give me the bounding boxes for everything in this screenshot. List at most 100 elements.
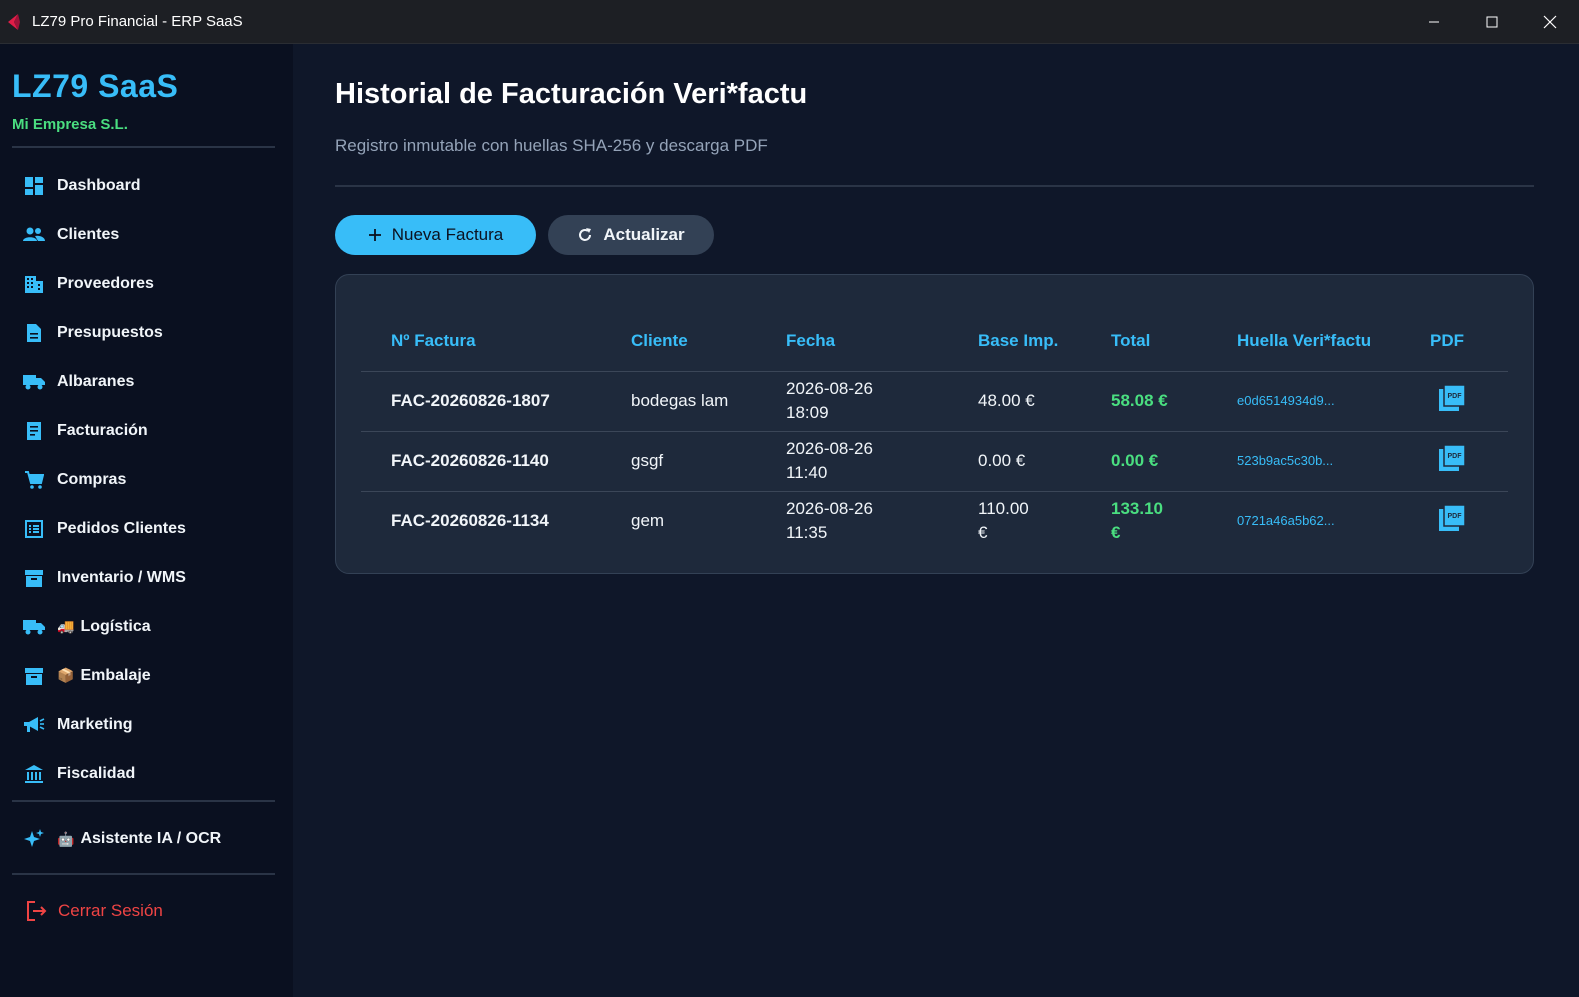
invoice-total: 58.08 €: [1081, 370, 1207, 431]
sidebar-divider: [12, 800, 275, 802]
sparkles-icon: [23, 828, 45, 850]
invoice-total: 0.00 €: [1081, 430, 1207, 491]
sidebar-item-inventario[interactable]: Inventario / WMS: [0, 553, 293, 602]
sidebar-item-clientes[interactable]: Clientes: [0, 210, 293, 259]
invoice-date-text: 2026-08-26 11:40: [786, 439, 873, 482]
window-controls: [1405, 0, 1579, 44]
invoice-hash: e0d6514934d9...: [1207, 370, 1400, 431]
sidebar-item-asistente-ia[interactable]: 🤖 Asistente IA / OCR: [0, 819, 293, 859]
new-invoice-button[interactable]: Nueva Factura: [335, 215, 536, 255]
svg-text:PDF: PDF: [1448, 453, 1463, 460]
col-header-numero: Nº Factura: [391, 330, 476, 350]
invoice-total-text: 133.10 €: [1111, 499, 1163, 543]
document-icon: [23, 322, 45, 344]
package-emoji-icon: 📦: [57, 667, 75, 683]
sidebar-item-pedidos-clientes[interactable]: Pedidos Clientes: [0, 504, 293, 553]
invoice-date-text: 2026-08-26 18:09: [786, 379, 873, 422]
sidebar-item-logistica[interactable]: 🚚 Logística: [0, 602, 293, 651]
window-title: LZ79 Pro Financial - ERP SaaS: [32, 13, 243, 30]
maximize-button[interactable]: [1463, 0, 1521, 44]
dashboard-icon: [23, 175, 45, 197]
title-bar: LZ79 Pro Financial - ERP SaaS: [0, 0, 1579, 44]
truck-icon: [23, 371, 45, 393]
sidebar-item-presupuestos[interactable]: Presupuestos: [0, 308, 293, 357]
refresh-button[interactable]: Actualizar: [548, 215, 714, 255]
bank-icon: [23, 763, 45, 785]
sidebar-item-label: Logística: [80, 617, 151, 635]
logout-button[interactable]: Cerrar Sesión: [0, 891, 293, 931]
company-name: Mi Empresa S.L.: [12, 116, 128, 133]
sidebar-item-proveedores[interactable]: Proveedores: [0, 259, 293, 308]
col-header-cliente: Cliente: [631, 330, 688, 350]
col-header-pdf: PDF: [1430, 330, 1464, 350]
sidebar-item-dashboard[interactable]: Dashboard: [0, 161, 293, 210]
sidebar-item-label: Marketing: [57, 715, 133, 733]
pdf-download-button[interactable]: PDF: [1400, 430, 1508, 491]
sidebar-item-label: Albaranes: [57, 372, 135, 390]
app-logo-icon: [8, 13, 20, 30]
sidebar-item-label: Presupuestos: [57, 323, 163, 341]
logout-icon: [26, 900, 48, 922]
invoice-number: FAC-20260826-1140: [361, 430, 601, 491]
invoice-total: 133.10 €: [1081, 490, 1207, 551]
invoice-base: 110.00 €: [948, 490, 1081, 551]
invoices-card: Nº Factura Cliente Fecha Base Imp. Total…: [335, 274, 1534, 574]
col-header-total: Total: [1111, 330, 1151, 350]
pdf-download-button[interactable]: PDF: [1400, 490, 1508, 551]
table-row: FAC-20260826-1134 gem 2026-08-26 11:35 1…: [361, 490, 1508, 551]
cart-icon: [23, 469, 45, 491]
plus-icon: [368, 229, 381, 241]
pdf-icon: PDF: [1439, 443, 1466, 471]
minimize-button[interactable]: [1405, 0, 1463, 44]
sidebar-item-facturacion[interactable]: Facturación: [0, 406, 293, 455]
people-icon: [23, 224, 45, 246]
page-title: Historial de Facturación Veri*factu: [335, 78, 808, 110]
sidebar-item-embalaje[interactable]: 📦 Embalaje: [0, 651, 293, 700]
building-icon: [23, 273, 45, 295]
table-row: FAC-20260826-1140 gsgf 2026-08-26 11:40 …: [361, 430, 1508, 491]
invoice-client: bodegas lam: [601, 370, 756, 431]
invoice-hash: 0721a46a5b62...: [1207, 490, 1400, 551]
col-header-fecha: Fecha: [786, 330, 836, 350]
table-header-row: Nº Factura Cliente Fecha Base Imp. Total…: [361, 311, 1508, 371]
invoices-table: Nº Factura Cliente Fecha Base Imp. Total…: [361, 311, 1508, 551]
invoice-client: gem: [601, 490, 756, 551]
header-divider: [335, 185, 1534, 187]
brand-title: LZ79 SaaS: [12, 68, 179, 104]
app-window: LZ79 Pro Financial - ERP SaaS LZ79 SaaS …: [0, 0, 1579, 997]
close-window-button[interactable]: [1521, 0, 1579, 44]
sidebar-item-label: Embalaje: [80, 666, 151, 684]
pdf-icon: PDF: [1439, 383, 1466, 411]
sidebar-item-label: Inventario / WMS: [57, 568, 186, 586]
sidebar-nav: Dashboard Clientes Proveedores Presupues…: [0, 161, 293, 798]
invoice-hash: 523b9ac5c30b...: [1207, 430, 1400, 491]
table-row: FAC-20260826-1807 bodegas lam 2026-08-26…: [361, 370, 1508, 431]
sidebar-item-compras[interactable]: Compras: [0, 455, 293, 504]
sidebar-item-label: Compras: [57, 470, 127, 488]
sidebar-item-label: Pedidos Clientes: [57, 519, 186, 537]
close-icon: [1543, 15, 1557, 29]
svg-text:PDF: PDF: [1448, 513, 1463, 520]
sidebar-item-marketing[interactable]: Marketing: [0, 700, 293, 749]
invoice-base-text: 110.00 €: [978, 499, 1029, 543]
invoice-client-text: bodegas lam: [631, 391, 729, 410]
new-invoice-label: Nueva Factura: [391, 225, 504, 244]
page-subtitle: Registro inmutable con huellas SHA-256 y…: [335, 136, 768, 155]
sidebar-item-fiscalidad[interactable]: Fiscalidad: [0, 749, 293, 798]
list-icon: [23, 518, 45, 540]
col-header-huella: Huella Veri*factu: [1237, 330, 1372, 350]
pdf-download-button[interactable]: PDF: [1400, 370, 1508, 431]
megaphone-icon: [23, 714, 45, 736]
invoice-base: 0.00 €: [948, 430, 1081, 491]
sidebar-item-albaranes[interactable]: Albaranes: [0, 357, 293, 406]
maximize-icon: [1486, 16, 1498, 28]
svg-text:PDF: PDF: [1448, 393, 1463, 400]
sidebar-divider: [12, 146, 275, 148]
archive-icon: [23, 567, 45, 589]
sidebar-item-label: Clientes: [57, 225, 120, 243]
invoice-base: 48.00 €: [948, 370, 1081, 431]
sidebar-item-label: Fiscalidad: [57, 764, 136, 782]
invoice-number: FAC-20260826-1807: [361, 370, 601, 431]
invoice-date: 2026-08-26 11:35: [756, 490, 948, 551]
receipt-icon: [23, 420, 45, 442]
